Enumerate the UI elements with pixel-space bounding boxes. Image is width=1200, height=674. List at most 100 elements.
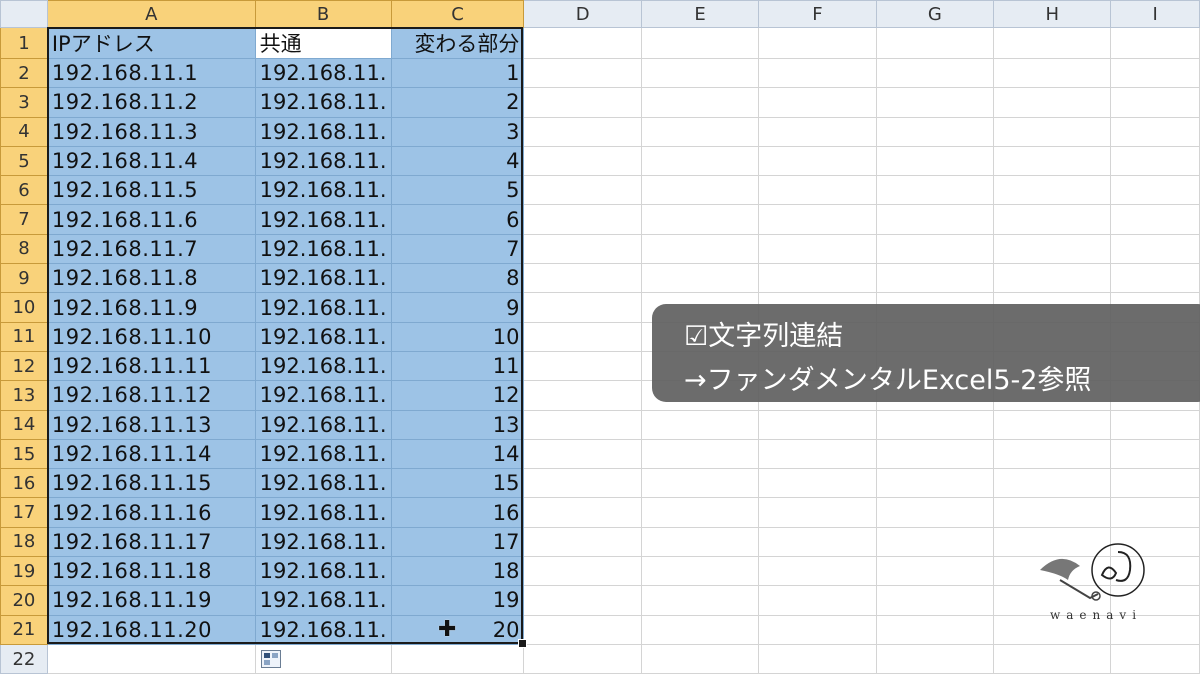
- cell[interactable]: [875, 27, 995, 59]
- cell[interactable]: [758, 145, 877, 177]
- cell[interactable]: [758, 556, 877, 587]
- cell[interactable]: [1110, 497, 1200, 528]
- cell[interactable]: [523, 27, 642, 59]
- cell[interactable]: [640, 204, 760, 235]
- cell[interactable]: [523, 292, 642, 323]
- cell-c10[interactable]: 9: [390, 292, 525, 323]
- cell-b13[interactable]: 192.168.11.: [254, 380, 392, 411]
- cell[interactable]: [758, 116, 877, 147]
- cell-a4[interactable]: 192.168.11.3: [46, 116, 256, 147]
- cell-a7[interactable]: 192.168.11.6: [46, 204, 256, 235]
- cell[interactable]: [758, 585, 877, 616]
- cell[interactable]: [993, 468, 1112, 499]
- cell[interactable]: [640, 116, 760, 147]
- row-header[interactable]: 6: [0, 175, 48, 206]
- cell[interactable]: [758, 204, 877, 235]
- fill-handle[interactable]: [518, 639, 527, 648]
- row-header[interactable]: 5: [0, 145, 48, 177]
- cell-c18[interactable]: 17: [390, 526, 525, 558]
- cell[interactable]: [640, 87, 760, 118]
- cell[interactable]: [523, 116, 642, 147]
- cell[interactable]: [1110, 263, 1200, 294]
- cell[interactable]: [523, 380, 642, 411]
- cell[interactable]: [523, 556, 642, 587]
- cell[interactable]: [993, 233, 1112, 265]
- cell[interactable]: [1110, 116, 1200, 147]
- cell[interactable]: [523, 526, 642, 558]
- cell[interactable]: [640, 556, 760, 587]
- cell[interactable]: [875, 116, 995, 147]
- cell-a15[interactable]: 192.168.11.14: [46, 438, 256, 470]
- row-header[interactable]: 15: [0, 438, 48, 470]
- cell-a9[interactable]: 192.168.11.8: [46, 263, 256, 294]
- cell[interactable]: [993, 643, 1112, 674]
- cell[interactable]: [875, 526, 995, 558]
- cell-c11[interactable]: 10: [390, 321, 525, 352]
- column-header-e[interactable]: E: [640, 0, 760, 28]
- autofill-options-icon[interactable]: [261, 650, 281, 668]
- cell-a11[interactable]: 192.168.11.10: [46, 321, 256, 352]
- cell-c13[interactable]: 12: [390, 380, 525, 411]
- cell-a19[interactable]: 192.168.11.18: [46, 556, 256, 587]
- row-header[interactable]: 20: [0, 585, 48, 616]
- cell[interactable]: [523, 233, 642, 265]
- cell[interactable]: [523, 263, 642, 294]
- cell[interactable]: [1110, 233, 1200, 265]
- cell[interactable]: [875, 556, 995, 587]
- cell-b7[interactable]: 192.168.11.: [254, 204, 392, 235]
- row-header[interactable]: 4: [0, 116, 48, 147]
- cell[interactable]: [993, 87, 1112, 118]
- cell-b15[interactable]: 192.168.11.: [254, 438, 392, 470]
- cell-c17[interactable]: 16: [390, 497, 525, 528]
- cell[interactable]: [640, 263, 760, 294]
- cell[interactable]: [1110, 409, 1200, 440]
- cell-b9[interactable]: 192.168.11.: [254, 263, 392, 294]
- cell[interactable]: [875, 233, 995, 265]
- select-all-corner[interactable]: [0, 0, 48, 28]
- cell[interactable]: [758, 263, 877, 294]
- cell-a21[interactable]: 192.168.11.20: [46, 614, 256, 645]
- cell[interactable]: [875, 175, 995, 206]
- cell-c14[interactable]: 13: [390, 409, 525, 440]
- cell[interactable]: [875, 585, 995, 616]
- row-header[interactable]: 12: [0, 350, 48, 382]
- cell-b21[interactable]: 192.168.11.: [254, 614, 392, 645]
- cell[interactable]: [993, 175, 1112, 206]
- cell[interactable]: [523, 497, 642, 528]
- cell[interactable]: [46, 643, 256, 674]
- cell-b10[interactable]: 192.168.11.: [254, 292, 392, 323]
- cell-a10[interactable]: 192.168.11.9: [46, 292, 256, 323]
- row-header[interactable]: 17: [0, 497, 48, 528]
- cell-c6[interactable]: 5: [390, 175, 525, 206]
- cell[interactable]: [875, 438, 995, 470]
- column-header-c[interactable]: C: [390, 0, 525, 28]
- row-header[interactable]: 3: [0, 87, 48, 118]
- cell-b2[interactable]: 192.168.11.: [254, 57, 392, 89]
- cell-c20[interactable]: 19: [390, 585, 525, 616]
- cell-b8[interactable]: 192.168.11.: [254, 233, 392, 265]
- row-header[interactable]: 9: [0, 263, 48, 294]
- cell-a6[interactable]: 192.168.11.5: [46, 175, 256, 206]
- cell[interactable]: [523, 409, 642, 440]
- cell[interactable]: [640, 233, 760, 265]
- cell[interactable]: [1110, 643, 1200, 674]
- cell-c1[interactable]: 変わる部分: [390, 27, 525, 59]
- cell[interactable]: [993, 438, 1112, 470]
- cell[interactable]: [993, 204, 1112, 235]
- cell[interactable]: [758, 643, 877, 674]
- row-header[interactable]: 2: [0, 57, 48, 89]
- cell-a16[interactable]: 192.168.11.15: [46, 468, 256, 499]
- cell-b11[interactable]: 192.168.11.: [254, 321, 392, 352]
- column-header-f[interactable]: F: [758, 0, 877, 28]
- cell[interactable]: [523, 204, 642, 235]
- cell-c2[interactable]: 1: [390, 57, 525, 89]
- row-header[interactable]: 21: [0, 614, 48, 645]
- cell-a1[interactable]: IPアドレス: [46, 27, 256, 59]
- row-header[interactable]: 1: [0, 27, 48, 59]
- cell[interactable]: [875, 204, 995, 235]
- cell-a5[interactable]: 192.168.11.4: [46, 145, 256, 177]
- row-header[interactable]: 14: [0, 409, 48, 440]
- column-header-i[interactable]: I: [1110, 0, 1200, 28]
- cell[interactable]: [758, 175, 877, 206]
- cell[interactable]: [640, 614, 760, 645]
